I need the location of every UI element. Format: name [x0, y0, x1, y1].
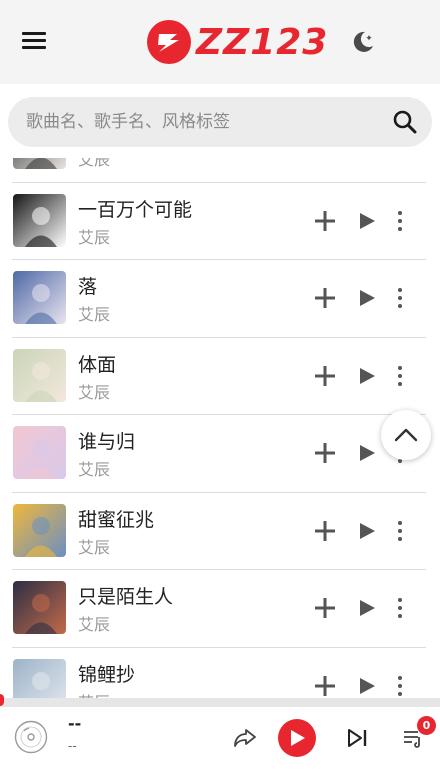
song-row[interactable]: 彻雪的流言艾辰 — [0, 158, 440, 183]
moon-icon[interactable] — [350, 29, 376, 55]
play-triangle-icon[interactable] — [357, 366, 377, 386]
song-row[interactable]: 甜蜜征兆 艾辰 — [0, 493, 440, 570]
play-circle-icon — [291, 730, 305, 746]
album-cover[interactable] — [13, 426, 66, 479]
mini-player: -- -- 0 — [0, 707, 440, 770]
song-title[interactable]: 体面 — [78, 350, 116, 377]
plus-icon[interactable] — [313, 209, 337, 233]
more-vertical-icon[interactable] — [393, 519, 407, 543]
skip-next-icon[interactable] — [346, 727, 368, 749]
song-title[interactable]: 只是陌生人 — [78, 582, 173, 609]
more-vertical-icon[interactable] — [393, 674, 407, 698]
song-row[interactable]: 体面 艾辰 — [0, 338, 440, 415]
song-title[interactable]: 锦鲤抄 — [78, 660, 135, 687]
hamburger-menu-icon[interactable] — [22, 32, 46, 52]
queue-count-badge: 0 — [417, 716, 436, 735]
song-row[interactable]: 只是陌生人 艾辰 — [0, 570, 440, 648]
play-triangle-icon[interactable] — [357, 521, 377, 541]
scroll-top-button[interactable] — [381, 410, 431, 460]
playback-progress-bar[interactable] — [0, 698, 440, 707]
album-cover[interactable] — [13, 503, 66, 557]
song-row[interactable]: 一百万个可能 艾辰 — [0, 183, 440, 260]
chevron-up-icon — [394, 428, 418, 442]
play-pause-button[interactable] — [278, 719, 316, 757]
plus-icon[interactable] — [313, 519, 337, 543]
logo-mark-icon — [147, 20, 191, 64]
play-triangle-icon[interactable] — [357, 676, 377, 696]
song-artist[interactable]: 艾辰 — [78, 611, 110, 635]
plus-icon[interactable] — [313, 674, 337, 698]
play-triangle-icon[interactable] — [357, 443, 377, 463]
more-vertical-icon[interactable] — [393, 209, 407, 233]
plus-icon[interactable] — [313, 441, 337, 465]
share-arrow-icon[interactable] — [232, 725, 258, 751]
song-artist[interactable]: 艾辰 — [78, 456, 110, 480]
album-cover[interactable] — [13, 158, 66, 169]
more-vertical-icon[interactable] — [393, 286, 407, 310]
plus-icon[interactable] — [313, 596, 337, 620]
now-playing-artist: -- — [68, 739, 77, 753]
plus-icon[interactable] — [313, 364, 337, 388]
song-artist[interactable]: 艾辰 — [78, 158, 110, 170]
album-cover[interactable] — [13, 581, 66, 634]
search-bar — [8, 97, 432, 147]
top-bar: ZZ123 — [0, 0, 440, 84]
logo-text: ZZ123 — [196, 21, 329, 63]
song-artist[interactable]: 艾辰 — [78, 534, 110, 558]
album-cover[interactable] — [13, 348, 66, 402]
song-row[interactable]: 锦鲤抄艾辰 — [0, 648, 440, 699]
vinyl-disc-icon[interactable] — [14, 720, 48, 754]
song-title[interactable]: 甜蜜征兆 — [78, 505, 154, 532]
now-playing-title: -- — [68, 714, 82, 733]
song-title[interactable]: 落 — [78, 272, 97, 299]
plus-icon[interactable] — [313, 286, 337, 310]
song-artist[interactable]: 艾辰 — [78, 689, 110, 699]
play-triangle-icon[interactable] — [357, 288, 377, 308]
song-artist[interactable]: 艾辰 — [78, 301, 110, 325]
song-list: 彻雪的流言艾辰一百万个可能艾辰落艾辰体面艾辰谁与归艾辰甜蜜征兆艾辰只是陌生人艾辰… — [0, 158, 440, 698]
song-artist[interactable]: 艾辰 — [78, 224, 110, 248]
album-cover[interactable] — [13, 193, 66, 247]
song-row[interactable]: 落艾辰 — [0, 260, 440, 338]
more-vertical-icon[interactable] — [393, 364, 407, 388]
play-triangle-icon[interactable] — [357, 598, 377, 618]
album-cover[interactable] — [13, 658, 66, 698]
album-cover[interactable] — [13, 271, 66, 324]
song-title[interactable]: 一百万个可能 — [78, 195, 192, 222]
play-triangle-icon[interactable] — [357, 211, 377, 231]
song-row[interactable]: 谁与归 艾辰 — [0, 415, 440, 493]
search-icon[interactable] — [392, 109, 418, 135]
song-title[interactable]: 谁与归 — [78, 427, 135, 454]
more-vertical-icon[interactable] — [393, 596, 407, 620]
song-artist[interactable]: 艾辰 — [78, 379, 110, 403]
search-input[interactable] — [26, 97, 376, 147]
site-logo[interactable]: ZZ123 — [146, 18, 328, 66]
